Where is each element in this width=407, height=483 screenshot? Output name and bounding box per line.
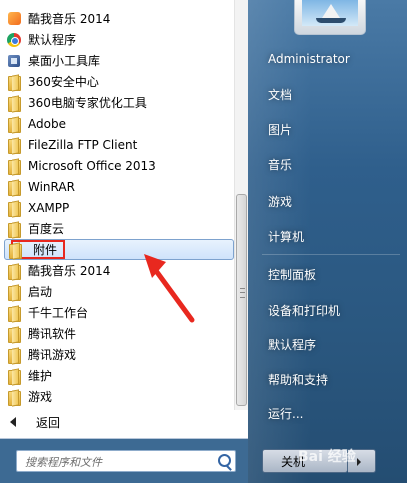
folder-icon (6, 137, 22, 154)
right-item-documents[interactable]: 文档 (262, 81, 404, 107)
start-menu-left-panel: 酷我音乐 2014 默认程序 桌面小工具库 360安全中心 360电脑专家优化工… (0, 0, 249, 483)
folder-icon (7, 242, 23, 259)
program-folder-filezilla[interactable]: FileZilla FTP Client (4, 134, 232, 155)
all-programs-list: 酷我音乐 2014 默认程序 桌面小工具库 360安全中心 360电脑专家优化工… (0, 0, 249, 439)
program-label: Microsoft Office 2013 (28, 158, 156, 173)
right-item-label: 音乐 (268, 157, 293, 172)
program-folder-tencent-software[interactable]: 腾讯软件 (4, 323, 232, 344)
kuwo-icon (6, 11, 22, 27)
right-item-label: 控制面板 (268, 267, 317, 282)
program-folder-baiduyun[interactable]: 百度云 (4, 218, 232, 239)
program-folder-adobe[interactable]: Adobe (4, 113, 232, 134)
right-item-label: 设备和打印机 (268, 303, 341, 318)
program-folder-xampp[interactable]: XAMPP (4, 197, 232, 218)
program-label: 启动 (28, 285, 53, 299)
folder-icon (6, 368, 22, 385)
program-item-kuwo[interactable]: 酷我音乐 2014 (4, 8, 232, 29)
chevron-right-icon (357, 458, 361, 466)
folder-icon (6, 221, 22, 238)
right-item-computer[interactable]: 计算机 (262, 223, 404, 249)
right-item-games[interactable]: 游戏 (262, 188, 404, 214)
back-button[interactable]: 返回 (10, 413, 60, 431)
folder-icon (6, 284, 22, 301)
right-panel-separator (262, 254, 400, 255)
program-label: 360安全中心 (28, 75, 99, 89)
right-item-default-programs[interactable]: 默认程序 (262, 331, 404, 357)
right-item-label: 运行... (268, 406, 304, 421)
right-item-control-panel[interactable]: 控制面板 (262, 261, 404, 287)
right-item-run[interactable]: 运行... (262, 400, 404, 426)
program-item-gadgets[interactable]: 桌面小工具库 (4, 50, 232, 71)
scrollbar-thumb[interactable] (236, 194, 247, 406)
default-programs-icon (6, 32, 22, 48)
program-label: 酷我音乐 2014 (28, 264, 111, 278)
program-label: 酷我音乐 2014 (28, 12, 111, 26)
right-item-user[interactable]: Administrator (262, 46, 404, 72)
right-item-help-support[interactable]: 帮助和支持 (262, 366, 404, 392)
program-item-default-programs[interactable]: 默认程序 (4, 29, 232, 50)
user-name-label: Administrator (268, 52, 350, 66)
folder-icon (6, 95, 22, 112)
program-label: 360电脑专家优化工具 (28, 96, 147, 110)
program-folder-office[interactable]: Microsoft Office 2013 (4, 155, 232, 176)
search-icon[interactable] (218, 454, 231, 467)
folder-icon (6, 326, 22, 343)
program-label: 维护 (28, 369, 53, 383)
program-folder-maintenance[interactable]: 维护 (4, 365, 232, 386)
right-item-label: 计算机 (268, 229, 305, 244)
folder-icon (6, 158, 22, 175)
program-label: 百度云 (28, 222, 65, 236)
back-label: 返回 (36, 415, 61, 430)
program-label: 桌面小工具库 (28, 54, 101, 68)
right-item-label: 文档 (268, 87, 293, 102)
program-label: 游戏 (28, 390, 53, 404)
program-label: 附件 (33, 243, 58, 257)
program-label: WinRAR (28, 179, 75, 194)
right-item-label: 默认程序 (268, 337, 317, 352)
program-label: 腾讯游戏 (28, 348, 77, 362)
user-picture[interactable] (302, 0, 358, 26)
right-item-label: 帮助和支持 (268, 372, 329, 387)
right-item-music[interactable]: 音乐 (262, 151, 404, 177)
folder-icon (6, 200, 22, 217)
folder-icon (6, 263, 22, 280)
folder-icon (6, 347, 22, 364)
right-item-label: 游戏 (268, 194, 293, 209)
program-label: Adobe (28, 116, 66, 131)
program-folder-360-optimizer[interactable]: 360电脑专家优化工具 (4, 92, 232, 113)
program-folder-startup[interactable]: 启动 (4, 281, 232, 302)
folder-icon (6, 116, 22, 133)
folder-icon (6, 74, 22, 91)
search-box[interactable] (16, 450, 236, 473)
program-label: 默认程序 (28, 33, 77, 47)
program-folder-accessories[interactable]: 附件 (4, 239, 234, 260)
program-label: FileZilla FTP Client (28, 137, 138, 152)
program-label: 腾讯软件 (28, 327, 77, 341)
program-folder-360-security[interactable]: 360安全中心 (4, 71, 232, 92)
right-item-devices-printers[interactable]: 设备和打印机 (262, 297, 404, 323)
program-folder-games[interactable]: 游戏 (4, 386, 232, 407)
program-label: 千牛工作台 (28, 306, 89, 320)
folder-icon (6, 179, 22, 196)
folder-icon (6, 305, 22, 322)
program-folder-winrar[interactable]: WinRAR (4, 176, 232, 197)
program-folder-kuwo[interactable]: 酷我音乐 2014 (4, 260, 232, 281)
program-folder-qianniu[interactable]: 千牛工作台 (4, 302, 232, 323)
program-folder-tencent-games[interactable]: 腾讯游戏 (4, 344, 232, 365)
folder-icon (6, 389, 22, 406)
baidu-watermark: Bai 经验 (298, 449, 356, 465)
right-item-label: 图片 (268, 122, 293, 137)
back-arrow-icon (10, 417, 16, 427)
search-input[interactable] (17, 451, 217, 473)
gadgets-icon (6, 53, 22, 69)
right-item-pictures[interactable]: 图片 (262, 116, 404, 142)
scrollbar-grip-icon (240, 288, 245, 298)
program-label: XAMPP (28, 200, 70, 215)
